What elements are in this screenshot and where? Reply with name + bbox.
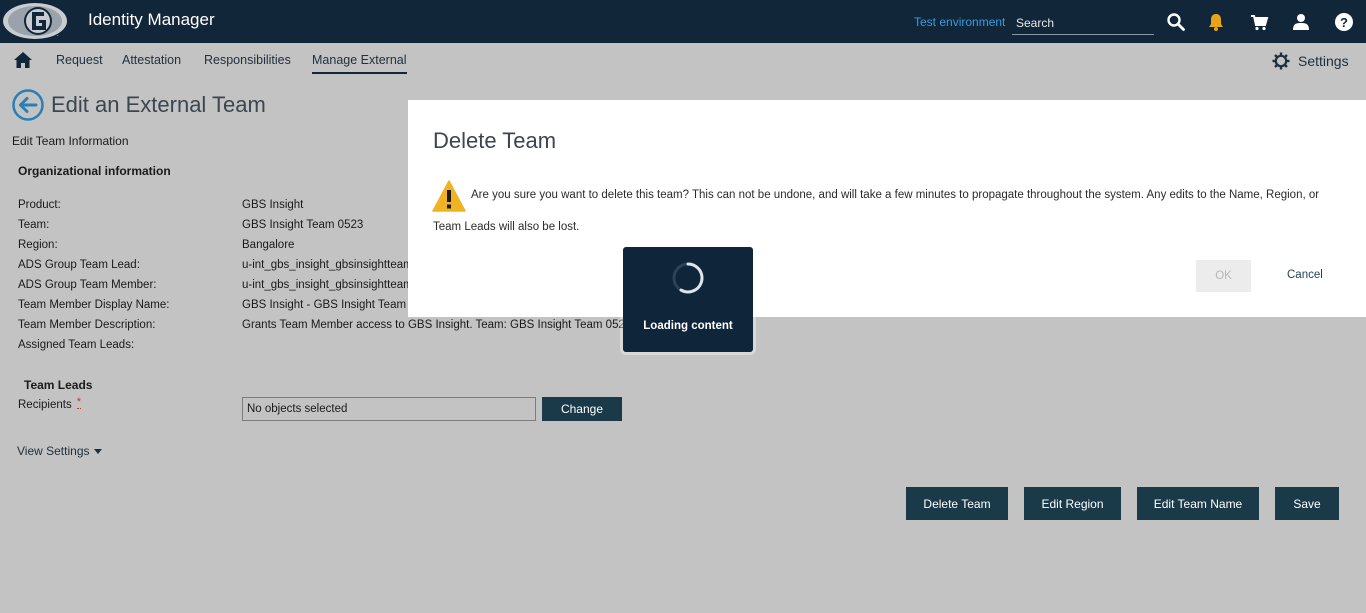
main-nav: Request Attestation Responsibilities Man… xyxy=(0,43,1366,80)
cart-icon[interactable] xyxy=(1249,12,1269,32)
field-value-team: GBS Insight Team 0523 xyxy=(242,219,364,231)
field-label-product: Product: xyxy=(18,199,61,211)
page-title: Edit an External Team xyxy=(51,92,266,117)
field-value-ads-team-lead: u-int_gbs_insight_gbsinsightteam xyxy=(242,259,413,271)
edit-region-button[interactable]: Edit Region xyxy=(1024,487,1121,520)
field-label-ads-team-member: ADS Group Team Member: xyxy=(18,279,157,291)
home-icon[interactable] xyxy=(13,51,33,69)
section-team-leads: Team Leads xyxy=(24,378,93,392)
field-value-member-display-name: GBS Insight - GBS Insight Team 05 xyxy=(242,299,423,311)
search-input[interactable] xyxy=(1012,12,1154,35)
field-value-product: GBS Insight xyxy=(242,199,304,211)
field-label-region: Region: xyxy=(18,239,58,251)
section-organizational-info: Organizational information xyxy=(18,164,171,178)
change-recipients-button[interactable]: Change xyxy=(542,397,622,421)
dialog-title: Delete Team xyxy=(433,128,557,153)
page-subtitle: Edit Team Information xyxy=(12,134,129,148)
field-value-ads-team-member: u-int_gbs_insight_gbsinsightteam xyxy=(242,279,413,291)
ok-button[interactable]: OK xyxy=(1196,260,1251,292)
nav-attestation[interactable]: Attestation xyxy=(122,53,181,72)
view-settings-dropdown[interactable]: View Settings xyxy=(17,444,102,458)
caret-down-icon xyxy=(93,448,102,454)
field-label-member-description: Team Member Description: xyxy=(18,319,156,331)
settings-button[interactable]: Settings xyxy=(1272,52,1349,70)
help-icon[interactable]: ? xyxy=(1334,12,1354,32)
field-label-assigned-team-leads: Assigned Team Leads: xyxy=(18,339,135,351)
field-label-team: Team: xyxy=(18,219,50,231)
cancel-button[interactable]: Cancel xyxy=(1287,269,1323,281)
recipients-field[interactable]: No objects selected xyxy=(242,397,536,421)
view-settings-label: View Settings xyxy=(17,444,90,458)
nav-responsibilities[interactable]: Responsibilities xyxy=(204,53,291,72)
loading-text: Loading content xyxy=(643,320,733,332)
nav-request[interactable]: Request xyxy=(56,53,103,72)
delete-team-dialog: Delete Team Are you sure you want to del… xyxy=(408,100,1366,317)
dialog-message: Are you sure you want to delete this tea… xyxy=(433,189,1320,233)
top-header: . Identity Manager Test environment ? xyxy=(0,0,1366,43)
app-title: Identity Manager xyxy=(88,10,215,29)
settings-label: Settings xyxy=(1298,53,1349,69)
bell-icon[interactable] xyxy=(1206,12,1226,32)
required-marker: * xyxy=(76,396,81,409)
environment-label[interactable]: Test environment xyxy=(914,15,1005,29)
nav-manage-external[interactable]: Manage External xyxy=(312,53,407,74)
field-label-member-display-name: Team Member Display Name: xyxy=(18,299,170,311)
user-icon[interactable] xyxy=(1291,12,1311,32)
edit-team-name-button[interactable]: Edit Team Name xyxy=(1137,487,1259,520)
gear-icon xyxy=(1272,52,1290,70)
field-label-ads-team-lead: ADS Group Team Lead: xyxy=(18,259,140,271)
back-arrow-icon[interactable] xyxy=(12,89,44,121)
delete-team-button[interactable]: Delete Team xyxy=(906,487,1008,520)
company-logo[interactable]: . xyxy=(2,2,68,40)
loading-indicator: Loading content xyxy=(623,247,753,352)
field-value-region: Bangalore xyxy=(242,239,295,251)
svg-text:?: ? xyxy=(1340,15,1348,30)
save-button[interactable]: Save xyxy=(1275,487,1339,520)
spinner-icon xyxy=(672,262,704,294)
field-value-member-description: Grants Team Member access to GBS Insight… xyxy=(242,319,632,331)
recipients-label: Recipients * xyxy=(18,396,81,411)
recipients-label-text: Recipients xyxy=(18,399,72,411)
search-icon[interactable] xyxy=(1166,12,1186,32)
